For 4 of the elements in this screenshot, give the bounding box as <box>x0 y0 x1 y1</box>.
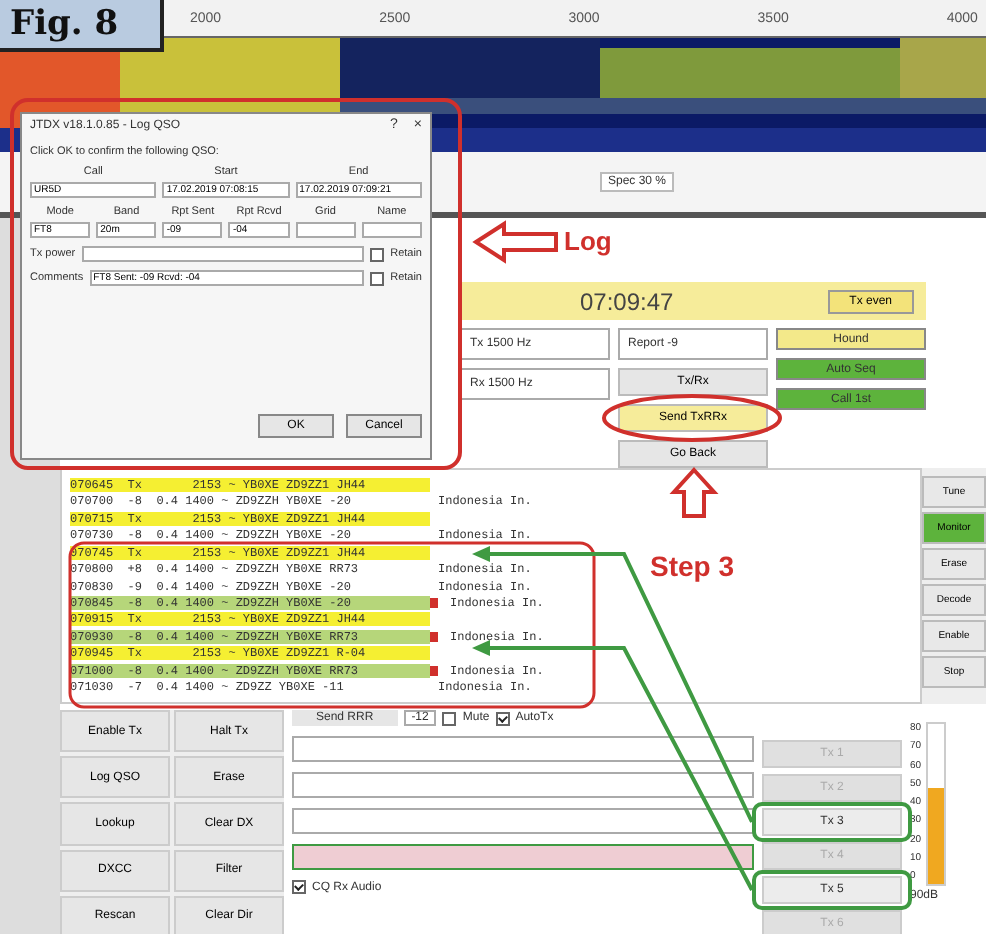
annotation-label: Step 3 <box>650 550 735 582</box>
clock-time: 07:09:47 <box>580 287 674 315</box>
annotation-label: Log <box>564 226 612 256</box>
figure-label: Fig. 8 <box>0 0 164 52</box>
